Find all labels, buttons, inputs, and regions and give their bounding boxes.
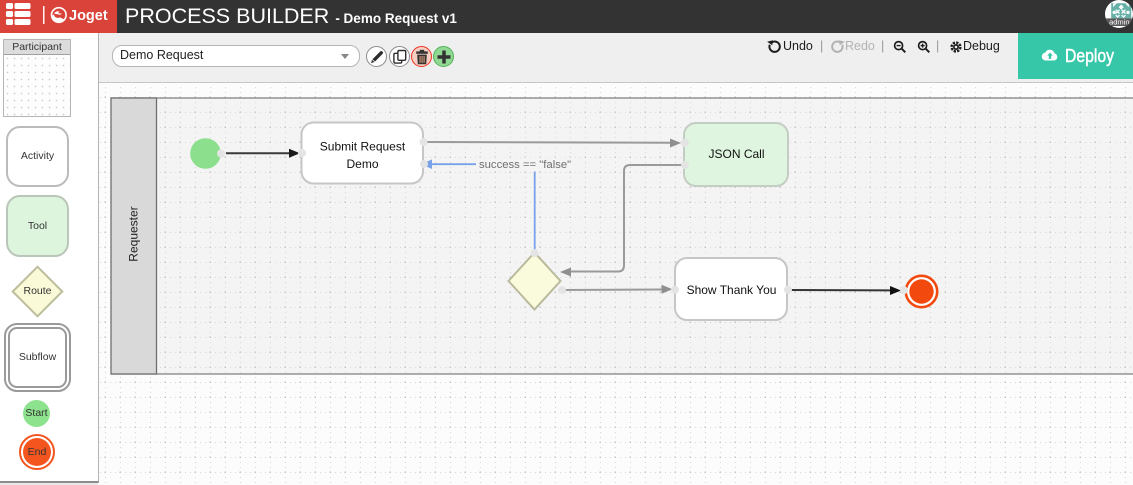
svg-text:admin: admin <box>1109 18 1129 27</box>
svg-text:Joget: Joget <box>69 8 108 24</box>
svg-text:success == "false": success == "false" <box>479 159 571 171</box>
svg-text:Demo: Demo <box>346 157 378 171</box>
svg-text:Submit Request: Submit Request <box>320 140 406 154</box>
svg-text:Requester: Requester <box>127 206 141 261</box>
svg-text:JSON Call: JSON Call <box>708 147 764 161</box>
svg-text:Show Thank You: Show Thank You <box>687 283 777 297</box>
